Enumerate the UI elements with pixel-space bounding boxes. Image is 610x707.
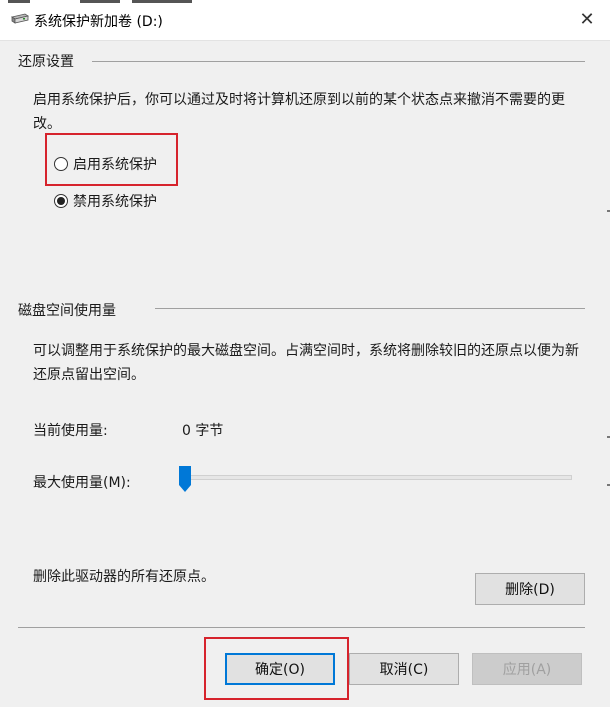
disk-usage-heading: 磁盘空间使用量 [18, 303, 116, 319]
title-bar: 系统保护新加卷 (D:) ✕ [0, 0, 610, 41]
window-title: 系统保护新加卷 (D:) [34, 14, 163, 30]
delete-restore-points-text: 删除此驱动器的所有还原点。 [33, 569, 215, 585]
radio-label: 启用系统保护 [73, 157, 157, 173]
close-button[interactable]: ✕ [564, 0, 610, 38]
max-usage-label: 最大使用量(M): [33, 475, 131, 491]
radio-button-checked[interactable] [54, 194, 68, 208]
restore-settings-heading: 还原设置 [18, 54, 74, 70]
section-divider [92, 61, 585, 62]
section-divider [155, 308, 585, 309]
delete-button[interactable]: 删除(D) [475, 573, 585, 605]
drive-icon [10, 12, 30, 28]
max-usage-slider-thumb[interactable] [178, 465, 192, 493]
disk-description: 可以调整用于系统保护的最大磁盘空间。占满空间时，系统将删除较旧的还原点以便为新还… [33, 343, 579, 383]
radio-label: 禁用系统保护 [73, 194, 157, 210]
footer-divider [18, 627, 585, 628]
current-usage-label: 当前使用量: [33, 423, 108, 439]
ok-button[interactable]: 确定(O) [225, 653, 335, 685]
top-edge-fragment [132, 0, 192, 3]
max-usage-slider-track[interactable] [184, 475, 572, 480]
current-usage-value: 0 字节 [182, 423, 224, 439]
radio-disable-protection[interactable]: 禁用系统保护 [54, 191, 157, 211]
close-icon: ✕ [579, 8, 595, 30]
restore-description: 启用系统保护后，你可以通过及时将计算机还原到以前的某个状态点来撤消不需要的更改。 [33, 92, 565, 132]
apply-button: 应用(A) [472, 653, 582, 685]
radio-button-unchecked[interactable] [54, 157, 68, 171]
cancel-button[interactable]: 取消(C) [349, 653, 459, 685]
radio-enable-protection[interactable]: 启用系统保护 [54, 154, 157, 174]
top-edge-fragment [8, 0, 30, 3]
top-edge-fragment [80, 0, 120, 3]
